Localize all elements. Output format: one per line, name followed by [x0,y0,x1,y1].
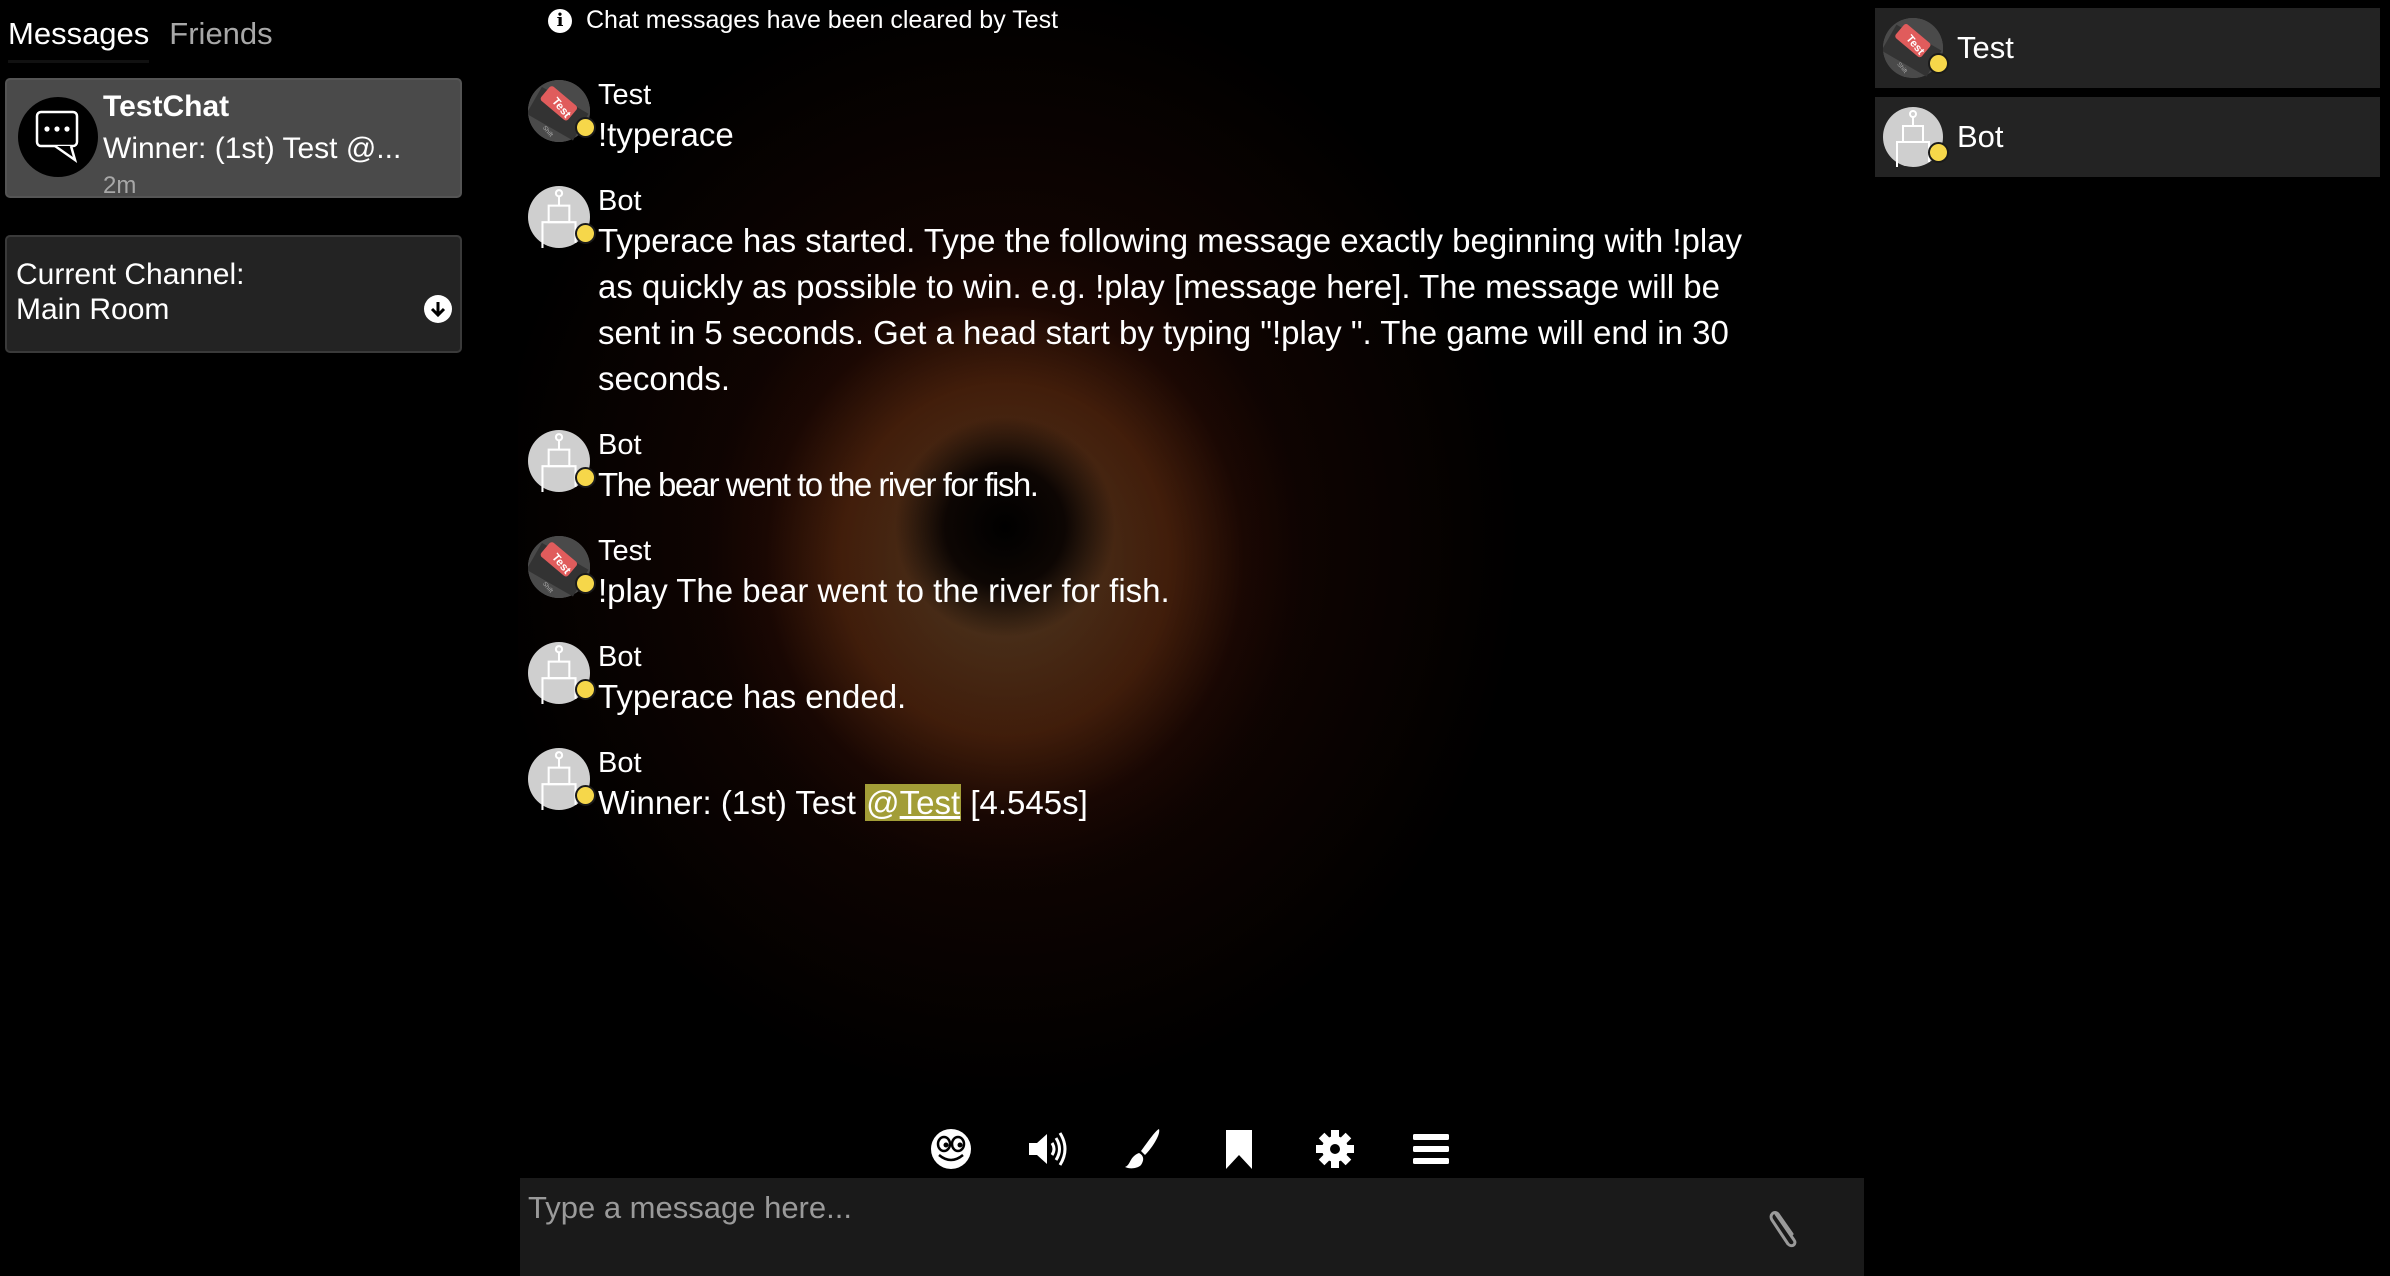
message-item: Bot The bear went to the river for fish. [528,428,1828,508]
tab-friends[interactable]: Friends [169,16,272,63]
paperclip-icon[interactable] [1764,1206,1804,1250]
bookmark-icon[interactable] [1216,1126,1262,1172]
settings-icon[interactable] [1312,1126,1358,1172]
chat-title: TestChat [103,90,230,123]
channel-label: Current Channel: Main Room [16,257,244,327]
composer [520,1178,1864,1276]
left-sidebar: Messages Friends TestChat Winner: (1st) … [0,0,470,1276]
user-avatar[interactable] [528,536,596,598]
tab-messages[interactable]: Messages [8,16,150,63]
user-name: Test [1957,30,2014,65]
message-text: Typerace has ended. [598,678,907,715]
bot-avatar[interactable] [528,642,596,704]
user-list: Test Bot [1875,0,2390,1276]
menu-icon[interactable] [1408,1126,1454,1172]
bot-avatar[interactable] [528,748,596,810]
notice-text: Chat messages have been cleared by Test [586,6,1059,34]
brush-icon[interactable] [1120,1126,1166,1172]
message-text: Winner: (1st) Test @Test [4.545s] [598,780,1828,826]
message-text: The bear went to the river for fish. [598,466,1039,503]
message-text-after: [4.545s] [961,784,1088,821]
status-dot [575,573,596,594]
message-author[interactable]: Bot [598,640,1828,674]
status-dot [575,467,596,488]
channel-caption: Current Channel: [16,258,245,291]
message-author[interactable]: Test [598,78,1828,112]
message-author[interactable]: Test [598,534,1828,568]
message-item: Test !typerace [528,78,1828,158]
chat-list-item-testchat[interactable]: TestChat Winner: (1st) Test @... 2m [5,78,462,199]
user-list-item[interactable]: Bot [1875,97,2380,177]
message-text-before: Winner: (1st) Test [598,784,866,821]
bot-avatar [1883,107,1949,167]
message-input[interactable] [528,1188,1728,1228]
chat-bubble-icon [35,110,79,164]
user-list-item[interactable]: Test [1875,8,2380,88]
status-dot [1928,53,1949,74]
message-author[interactable]: Bot [598,184,1778,218]
chat-timestamp: 2m [103,172,137,199]
user-avatar[interactable] [528,80,596,142]
message-item: Bot Winner: (1st) Test @Test [4.545s] [528,746,1828,826]
mention-at: @ [866,784,900,821]
channel-selector[interactable]: Current Channel: Main Room [5,235,462,353]
status-dot [575,117,596,138]
user-name: Bot [1957,119,2004,154]
message-text: Typerace has started. Type the following… [598,222,1743,397]
message-item: Bot Typerace has started. Type the follo… [528,184,1778,402]
user-mention[interactable]: @Test [865,784,962,821]
status-dot [575,679,596,700]
message-item: Test !play The bear went to the river fo… [528,534,1828,614]
bot-avatar[interactable] [528,430,596,492]
chat-avatar [18,97,98,177]
emoji-icon[interactable] [928,1126,974,1172]
message-text: !typerace [598,116,734,153]
status-dot [575,223,596,244]
status-dot [1928,142,1949,163]
chat-area: i Chat messages have been cleared by Tes… [518,0,1864,1276]
user-avatar [1883,18,1949,78]
status-dot [575,785,596,806]
volume-icon[interactable] [1024,1126,1070,1172]
message-author[interactable]: Bot [598,746,1828,780]
sidebar-tabs: Messages Friends [8,16,273,63]
channel-name: Main Room [16,293,170,326]
message-list: Test !typerace Bot Typerace has started.… [528,78,1828,852]
message-text: !play The bear went to the river for fis… [598,572,1170,609]
info-icon: i [548,8,572,33]
bot-avatar[interactable] [528,186,596,248]
message-item: Bot Typerace has ended. [528,640,1828,720]
chat-toolbar [518,1120,1864,1178]
arrow-down-circle-icon[interactable] [424,295,452,323]
mention-name[interactable]: Test [900,784,961,821]
chat-last-message: Winner: (1st) Test @... [103,132,402,165]
message-author[interactable]: Bot [598,428,1828,462]
system-notice: i Chat messages have been cleared by Tes… [548,6,1058,35]
